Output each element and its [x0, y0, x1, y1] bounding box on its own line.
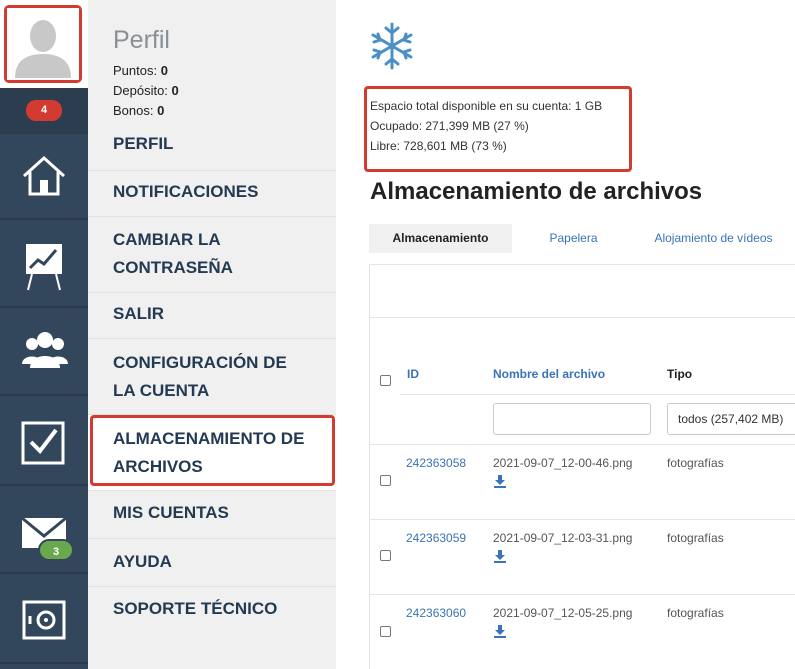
menu-item-soporte[interactable]: SOPORTE TÉCNICO [88, 586, 336, 632]
menu-item-cambiar-contrasena[interactable]: CAMBIAR LA CONTRASEÑA [88, 216, 336, 292]
main-content: Espacio total disponible en su cuenta: 1… [336, 0, 795, 669]
file-name: 2021-09-07_12-05-25.png [493, 606, 633, 620]
menu-item-label-line2: CONTRASEÑA [113, 258, 233, 277]
stat-points: Puntos: 0 [113, 63, 168, 78]
download-icon[interactable] [493, 474, 507, 488]
column-header-id[interactable]: ID [407, 367, 419, 381]
stat-deposit: Depósito: 0 [113, 83, 179, 98]
filename-filter-input[interactable] [493, 403, 651, 435]
column-header-name[interactable]: Nombre del archivo [493, 367, 605, 381]
menu-highlight [90, 415, 335, 486]
page-title: Almacenamiento de archivos [370, 178, 703, 205]
type-filter-select[interactable]: todos (257,402 MB) [667, 403, 795, 435]
storage-highlight [364, 86, 632, 172]
rail-tasks[interactable] [0, 400, 88, 486]
rail-mail[interactable]: 3 [0, 488, 88, 574]
menu-item-label: MIS CUENTAS [113, 503, 229, 522]
menu-item-mis-cuentas[interactable]: MIS CUENTAS [88, 490, 336, 536]
group-icon [22, 332, 68, 368]
menu-item-label-line2: LA CUENTA [113, 381, 210, 400]
menu-item-label: CONFIGURACIÓN DE [113, 353, 287, 372]
row-checkbox[interactable] [380, 626, 391, 637]
icon-sidebar: 4 3 [0, 0, 88, 669]
menu-item-label: NOTIFICACIONES [113, 182, 259, 201]
menu-item-label: PERFIL [113, 134, 174, 153]
menu-item-configuracion[interactable]: CONFIGURACIÓN DE LA CUENTA [88, 338, 336, 414]
menu-item-label: SALIR [113, 304, 164, 323]
menu-item-salir[interactable]: SALIR [88, 292, 336, 338]
stat-bonus: Bonos: 0 [113, 103, 164, 118]
row-divider [369, 519, 795, 520]
rail-stats[interactable] [0, 222, 88, 308]
mail-badge: 3 [38, 539, 74, 561]
stat-points-value: 0 [160, 63, 168, 78]
row-divider [369, 444, 795, 445]
file-id[interactable]: 242363058 [406, 456, 466, 470]
menu-item-notificaciones[interactable]: NOTIFICACIONES [88, 170, 336, 216]
rail-safe[interactable] [0, 578, 88, 664]
chart-icon [26, 244, 62, 291]
tab-papelera[interactable]: Papelera [526, 224, 621, 253]
menu-item-perfil[interactable]: PERFIL [88, 122, 336, 168]
menu-item-label: SOPORTE TÉCNICO [113, 599, 278, 618]
stat-bonus-label: Bonos: [113, 103, 154, 118]
menu-item-label: CAMBIAR LA [113, 230, 221, 249]
home-icon [22, 155, 66, 196]
row-checkbox[interactable] [380, 475, 391, 486]
file-id[interactable]: 242363059 [406, 531, 466, 545]
profile-menu-panel: Perfil Puntos: 0 Depósito: 0 Bonos: 0 PE… [88, 0, 336, 669]
profile-title: Perfil [113, 26, 170, 54]
checkbox-icon [21, 421, 65, 465]
avatar[interactable] [4, 5, 82, 83]
row-checkbox[interactable] [380, 550, 391, 561]
menu-item-label: AYUDA [113, 552, 172, 571]
file-type: fotografías [667, 606, 724, 620]
file-name: 2021-09-07_12-00-46.png [493, 456, 633, 470]
row-divider [369, 594, 795, 595]
file-id[interactable]: 242363060 [406, 606, 466, 620]
notification-count-row: 4 [0, 88, 88, 134]
stat-points-label: Puntos: [113, 63, 158, 78]
notification-badge[interactable]: 4 [26, 100, 62, 121]
file-name: 2021-09-07_12-03-31.png [493, 531, 633, 545]
stat-deposit-value: 0 [171, 83, 179, 98]
menu-item-ayuda[interactable]: AYUDA [88, 538, 336, 584]
download-icon[interactable] [493, 624, 507, 638]
select-all-checkbox[interactable] [380, 375, 391, 386]
stat-deposit-label: Depósito: [113, 83, 168, 98]
rail-groups[interactable] [0, 310, 88, 396]
tab-alojamiento-videos[interactable]: Alojamiento de vídeos [636, 224, 791, 253]
safe-icon [22, 600, 66, 640]
avatar-container [0, 0, 88, 88]
stat-bonus-value: 0 [157, 103, 165, 118]
download-icon[interactable] [493, 549, 507, 563]
toolbar-divider [369, 317, 795, 318]
header-divider [400, 394, 795, 395]
column-header-type: Tipo [667, 367, 693, 381]
user-avatar-icon [7, 8, 79, 80]
tab-almacenamiento[interactable]: Almacenamiento [369, 224, 512, 253]
snowflake-icon [371, 22, 413, 70]
rail-home[interactable] [0, 134, 88, 220]
file-type: fotografías [667, 456, 724, 470]
file-type: fotografías [667, 531, 724, 545]
